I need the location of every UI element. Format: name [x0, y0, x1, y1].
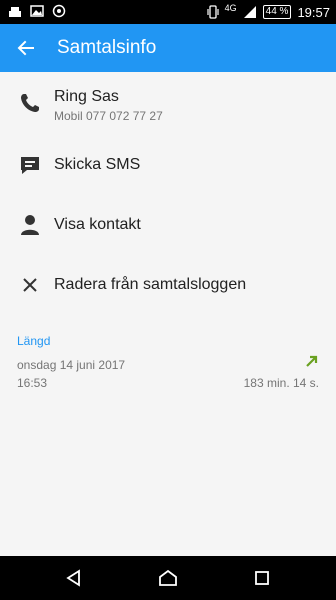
page-title: Samtalsinfo [57, 37, 157, 58]
vibrate-icon [207, 5, 219, 19]
phone-icon [17, 90, 43, 116]
back-button[interactable] [10, 32, 42, 64]
sms-action-row[interactable]: Skicka SMS [0, 148, 336, 184]
status-right-icons: 4G 44 % 19:57 [207, 3, 330, 21]
app-bar: Samtalsinfo [0, 24, 336, 72]
network-type: 4G [224, 3, 237, 13]
triangle-back-icon [66, 569, 80, 587]
status-time: 19:57 [297, 4, 330, 20]
notification-app-icon [9, 7, 21, 17]
recents-square-icon [255, 571, 269, 585]
status-bar: 4G 44 % 19:57 [0, 0, 336, 24]
navigation-bar [0, 556, 336, 600]
home-icon [159, 569, 177, 586]
view-contact-action-label: Visa kontakt [54, 216, 141, 233]
back-arrow-icon [17, 40, 34, 56]
sms-action-label: Skicka SMS [54, 156, 141, 173]
settings-notification-icon [52, 4, 66, 18]
view-contact-action-row[interactable]: Visa kontakt [0, 208, 336, 244]
delete-action-row[interactable]: Radera från samtalsloggen [0, 268, 336, 304]
signal-icon [243, 6, 256, 18]
call-time: 16:53 [17, 376, 48, 390]
image-icon [30, 5, 44, 17]
close-icon [17, 272, 43, 298]
battery-indicator: 44 % [262, 5, 292, 19]
call-action-label: Ring Sas [54, 88, 119, 105]
nav-back-button[interactable] [62, 566, 86, 590]
outgoing-call-arrow-icon [306, 355, 318, 367]
person-icon [17, 212, 43, 238]
status-left-icons [8, 4, 66, 18]
call-action-row[interactable]: Ring Sas Mobil 077 072 77 27 [0, 84, 336, 132]
call-date: onsdag 14 juni 2017 [17, 358, 126, 372]
nav-recents-button[interactable] [250, 566, 274, 590]
call-duration: 183 min. 14 s. [243, 376, 319, 390]
duration-section-label: Längd [17, 334, 51, 348]
sms-icon [17, 152, 43, 178]
delete-action-label: Radera från samtalsloggen [54, 276, 247, 293]
nav-home-button[interactable] [156, 566, 180, 590]
call-info-screen: 4G 44 % 19:57 Samtalsinfo Ring Sas Mobil… [0, 0, 336, 600]
call-action-number: Mobil 077 072 77 27 [54, 109, 163, 123]
